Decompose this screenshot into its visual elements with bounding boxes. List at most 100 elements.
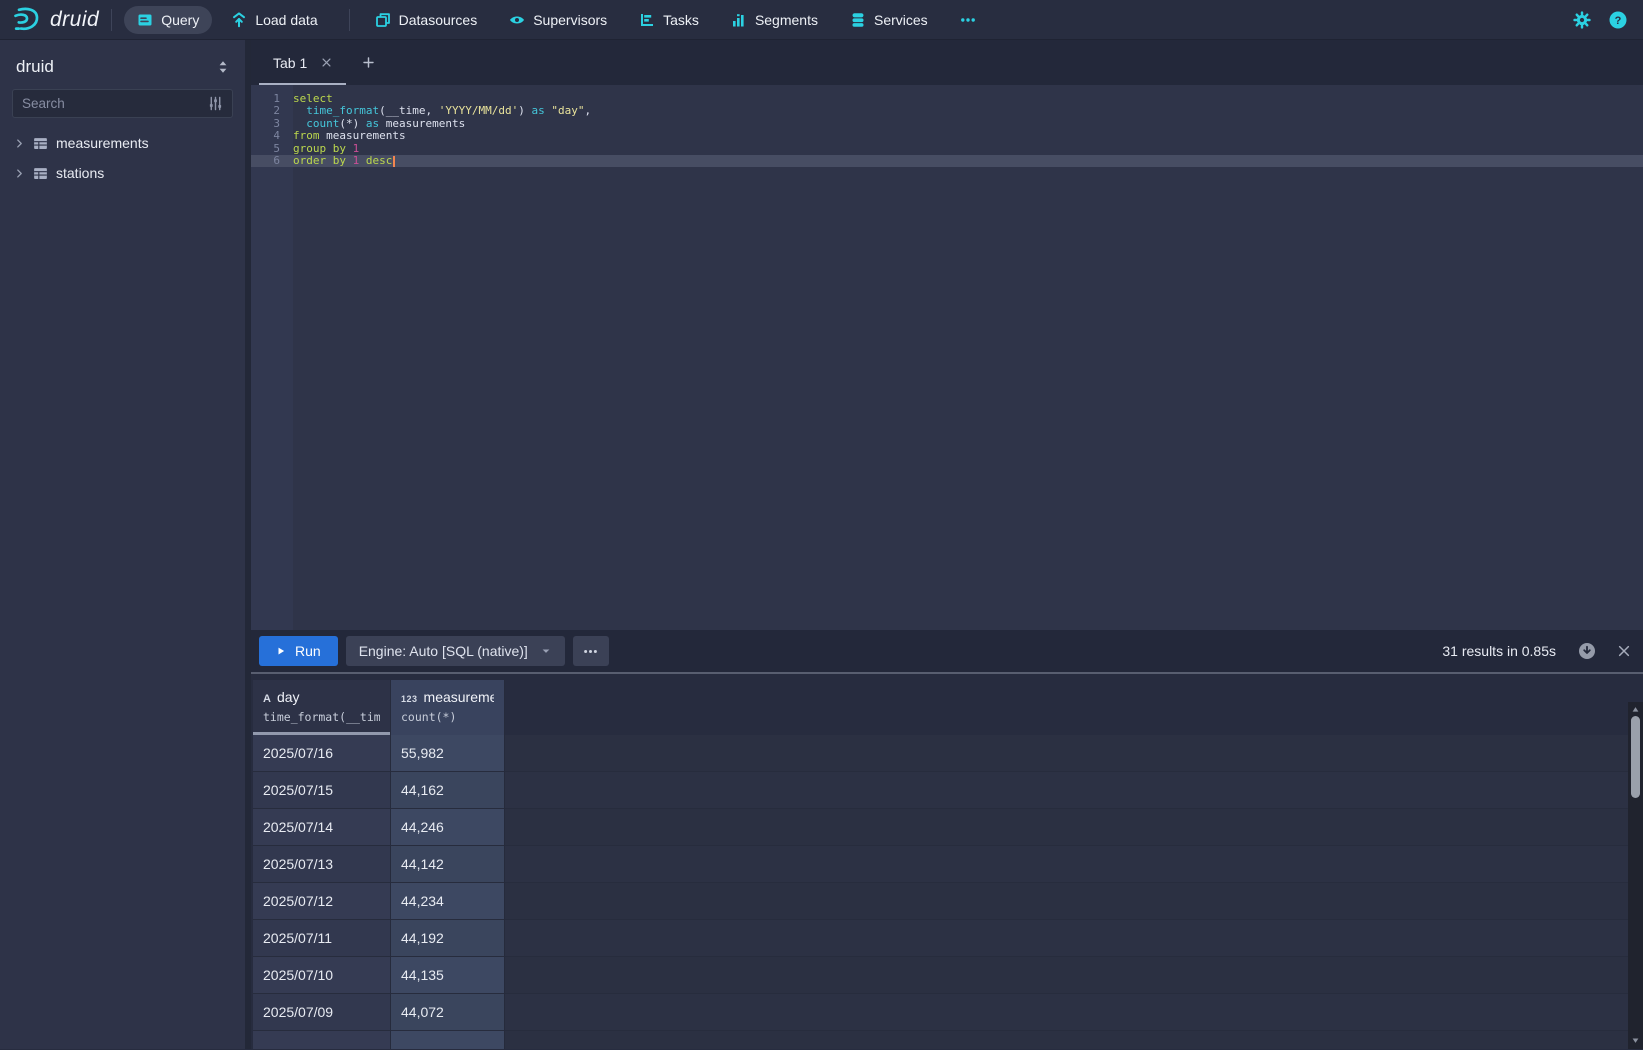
scrollbar-thumb[interactable] [1631, 716, 1640, 798]
row-filler [505, 994, 1643, 1031]
cell-measurements[interactable]: 44,135 [391, 957, 505, 994]
page: { "colors": { "accent_cyan": "#2bd1e2", … [0, 0, 1643, 1050]
sidebar-item-measurements[interactable]: measurements [0, 128, 245, 158]
results-body: 2025/07/1655,9822025/07/1544,1622025/07/… [253, 735, 1643, 1049]
code-text: order by 1 desc [293, 155, 395, 167]
more-icon [960, 12, 976, 28]
table-row-partial [253, 1031, 1643, 1049]
navbar-item-load-data[interactable]: Load data [218, 6, 330, 34]
navbar-item-supervisors[interactable]: Supervisors [496, 6, 620, 34]
svg-text:?: ? [1615, 15, 1622, 27]
navbar-item-label: Supervisors [533, 12, 607, 28]
column-name: measureme… [424, 689, 494, 705]
cell-day[interactable]: 2025/07/10 [253, 957, 391, 994]
gear-icon[interactable] [1573, 11, 1591, 29]
column-type-number-icon: 123 [401, 694, 418, 704]
cell-measurements[interactable]: 44,142 [391, 846, 505, 883]
druid-logo[interactable]: druid [12, 5, 99, 35]
table-row: 2025/07/1044,135 [253, 957, 1643, 994]
sidebar: druid measurements stations [0, 40, 245, 1049]
table-row: 2025/07/1655,982 [253, 735, 1643, 772]
navbar-item-services[interactable]: Services [837, 6, 941, 34]
line-number: 5 [251, 143, 293, 155]
cell-day[interactable]: 2025/07/11 [253, 920, 391, 957]
help-icon[interactable]: ? [1609, 11, 1627, 29]
row-filler [505, 735, 1643, 772]
new-tab-button[interactable] [346, 40, 391, 85]
cell-day[interactable]: 2025/07/12 [253, 883, 391, 920]
table-row: 2025/07/1244,234 [253, 883, 1643, 920]
engine-select-label: Engine: Auto [SQL (native)] [359, 643, 528, 659]
column-header-day[interactable]: A day time_format(__time,… [253, 680, 391, 735]
filter-sliders-icon[interactable] [208, 96, 223, 111]
cell-day[interactable]: 2025/07/16 [253, 735, 391, 772]
navbar-item-label: Tasks [663, 12, 699, 28]
datasource-label: measurements [56, 135, 149, 151]
chevron-right-icon[interactable] [14, 168, 25, 179]
cell-measurements[interactable]: 44,162 [391, 772, 505, 809]
row-filler [505, 1031, 1643, 1049]
play-icon [276, 646, 286, 656]
tab-1[interactable]: Tab 1 [259, 40, 346, 85]
header-filler [505, 680, 1643, 735]
close-results-icon[interactable] [1617, 644, 1631, 658]
line-number: 1 [251, 93, 293, 105]
cell-measurements[interactable]: 44,192 [391, 920, 505, 957]
table-row: 2025/07/1544,162 [253, 772, 1643, 809]
schema-title: druid [16, 57, 54, 77]
cell-day [253, 1031, 391, 1049]
cell-measurements [391, 1031, 505, 1049]
cell-measurements[interactable]: 44,246 [391, 809, 505, 846]
results-scrollbar[interactable] [1628, 702, 1643, 1049]
navbar-item-segments[interactable]: Segments [718, 6, 831, 34]
column-header-measurements[interactable]: 123 measureme… count(*) [391, 680, 505, 735]
sort-icon[interactable] [215, 59, 231, 75]
search-input[interactable] [22, 96, 202, 111]
tab-label: Tab 1 [273, 55, 307, 71]
sidebar-item-stations[interactable]: stations [0, 158, 245, 188]
cell-measurements[interactable]: 55,982 [391, 735, 505, 772]
results-panel: A day time_format(__time,… 123 measureme… [251, 674, 1643, 1049]
run-button[interactable]: Run [259, 636, 338, 666]
engine-select[interactable]: Engine: Auto [SQL (native)] [346, 636, 565, 666]
cell-day[interactable]: 2025/07/13 [253, 846, 391, 883]
table-icon [33, 136, 48, 151]
results-header: A day time_format(__time,… 123 measureme… [253, 680, 1643, 735]
navbar-item-label: Load data [255, 12, 317, 28]
row-filler [505, 846, 1643, 883]
cell-day[interactable]: 2025/07/14 [253, 809, 391, 846]
navbar-item-tasks[interactable]: Tasks [626, 6, 712, 34]
column-name: day [277, 689, 300, 705]
query-more-button[interactable] [573, 636, 609, 666]
datasources-icon [375, 12, 391, 28]
table-row: 2025/07/1144,192 [253, 920, 1643, 957]
cell-day[interactable]: 2025/07/09 [253, 994, 391, 1031]
code-line-5: 5group by 1 [251, 143, 1643, 155]
cell-measurements[interactable]: 44,234 [391, 883, 505, 920]
cell-measurements[interactable]: 44,072 [391, 994, 505, 1031]
code-line-4: 4from measurements [251, 130, 1643, 142]
cell-day[interactable]: 2025/07/15 [253, 772, 391, 809]
navbar-item-datasources[interactable]: Datasources [362, 6, 491, 34]
navbar-item-label: Segments [755, 12, 818, 28]
navbar-item-query[interactable]: Query [124, 6, 212, 34]
run-bar: Run Engine: Auto [SQL (native)] 31 resul… [251, 630, 1643, 674]
column-expression: count(*) [401, 710, 494, 724]
run-button-label: Run [295, 643, 321, 659]
navbar-item-label: Datasources [399, 12, 478, 28]
chevron-right-icon[interactable] [14, 138, 25, 149]
close-icon[interactable] [321, 57, 332, 68]
download-icon[interactable] [1578, 642, 1596, 660]
table-icon [33, 166, 48, 181]
more-icon [583, 644, 598, 659]
datasource-tree: measurements stations [0, 128, 245, 188]
sql-editor[interactable]: 1select2 time_format(__time, 'YYYY/MM/dd… [251, 85, 1643, 630]
table-row: 2025/07/0944,072 [253, 994, 1643, 1031]
query-icon [137, 12, 153, 28]
navbar-item-more[interactable] [947, 6, 989, 34]
datasource-label: stations [56, 165, 104, 181]
line-number: 4 [251, 130, 293, 142]
text-cursor [393, 156, 395, 167]
scroll-up-icon[interactable] [1630, 704, 1641, 715]
scroll-down-icon[interactable] [1630, 1035, 1641, 1046]
